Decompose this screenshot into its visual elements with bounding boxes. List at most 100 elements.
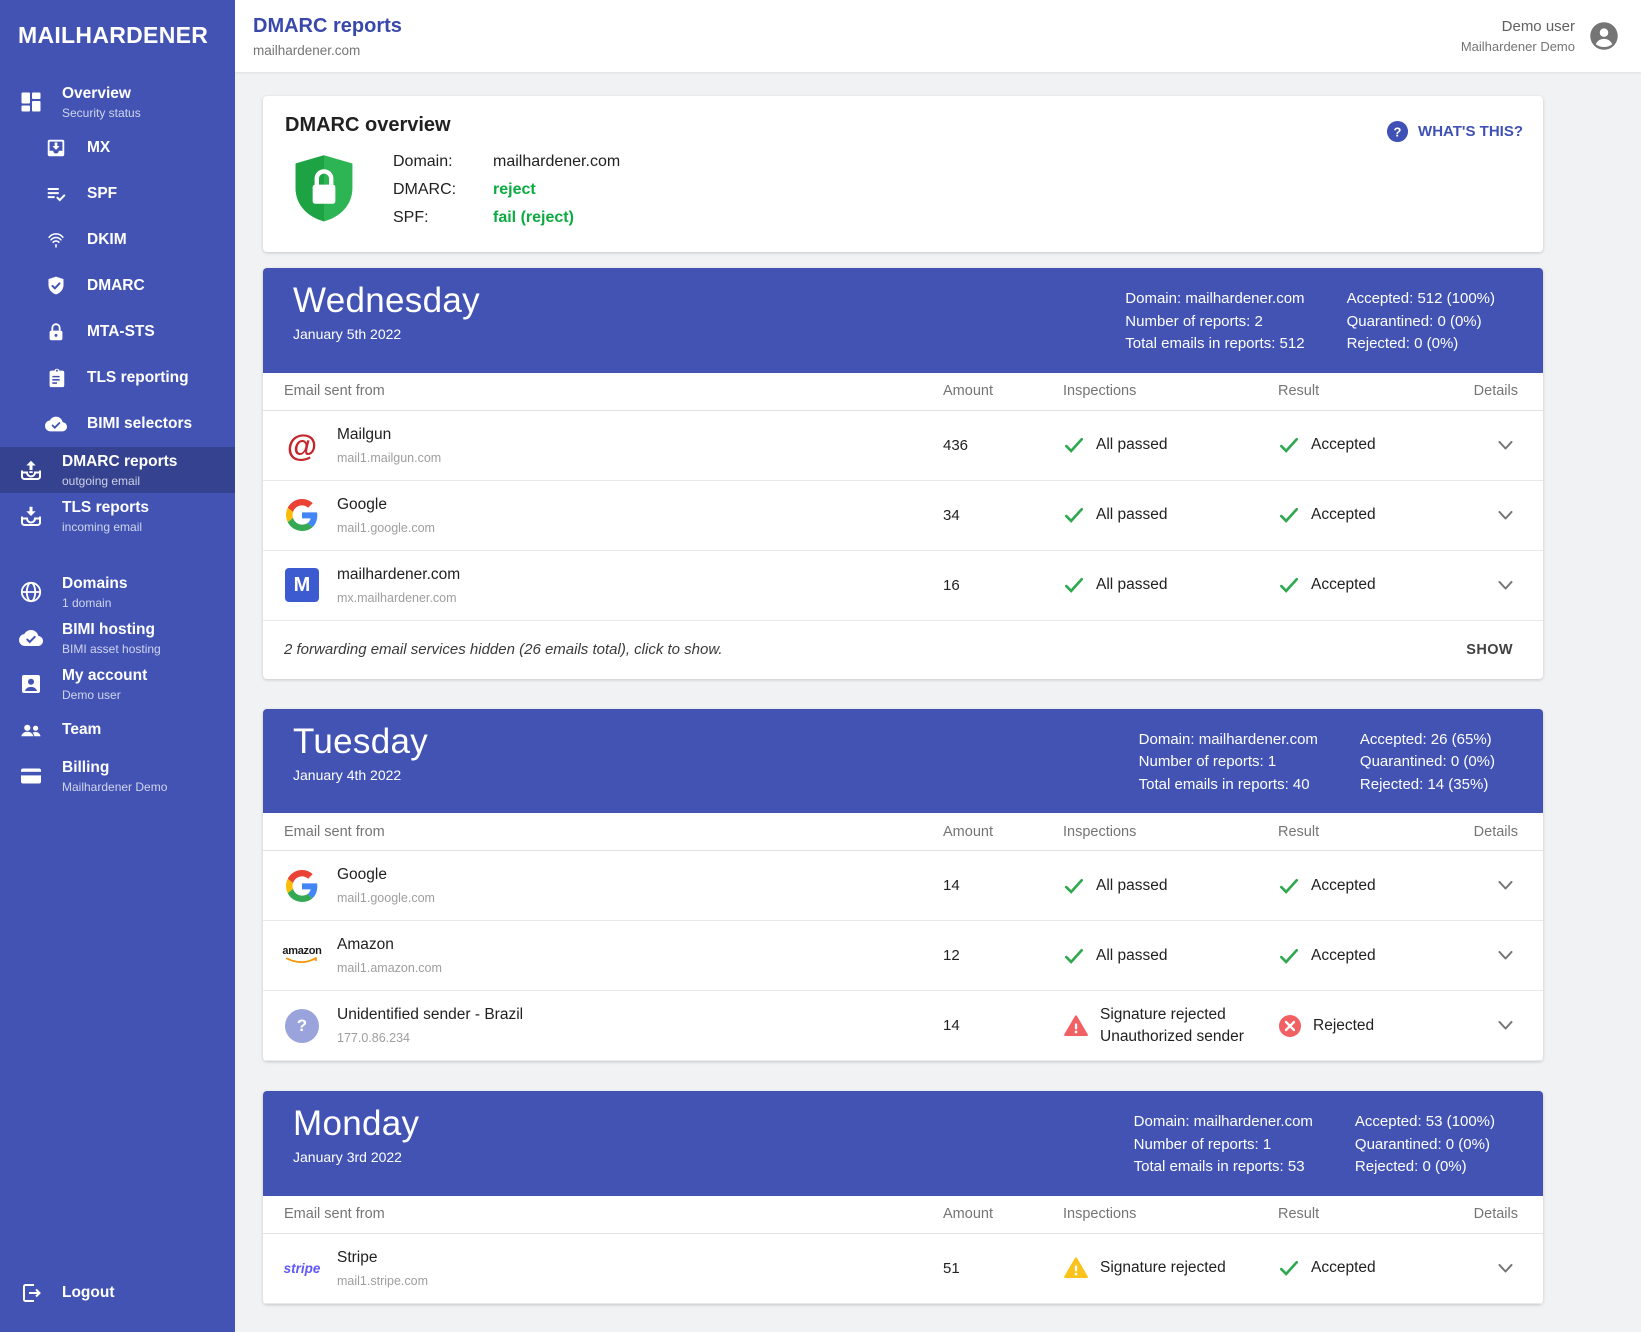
day-stats: Domain: mailhardener.comNumber of report…: [1139, 722, 1495, 797]
sidebar-item-tls-reporting[interactable]: TLS reporting: [0, 355, 235, 401]
lock-icon: [43, 319, 69, 345]
table-row[interactable]: M mailhardener.com mx.mailhardener.com 1…: [263, 551, 1543, 621]
check-icon: [1278, 875, 1300, 897]
day-date: January 4th 2022: [293, 767, 428, 783]
sidebar-item-bimi-hosting[interactable]: BIMI hosting BIMI asset hosting: [0, 615, 235, 661]
sidebar-item-billing[interactable]: Billing Mailhardener Demo: [0, 753, 235, 799]
whats-this-link[interactable]: ? WHAT'S THIS?: [1386, 120, 1523, 143]
dmarc-overview-card: DMARC overview ? WHAT'S THIS? Do: [263, 96, 1543, 252]
result-text: Accepted: [1311, 947, 1376, 965]
sidebar-item-spf[interactable]: SPF: [0, 171, 235, 217]
google-logo: [284, 497, 320, 533]
account-circle-icon[interactable]: [1589, 21, 1619, 51]
table-row[interactable]: stripe Stripe mail1.stripe.com 51 Signat…: [263, 1234, 1543, 1304]
column-header-details: Details: [1458, 383, 1522, 399]
table-row[interactable]: ? Unidentified sender - Brazil 177.0.86.…: [263, 991, 1543, 1061]
amount-cell: 14: [943, 877, 1063, 894]
sidebar-item-label: DKIM: [87, 230, 127, 250]
report-table: Email sent fromAmountInspectionsResultDe…: [263, 373, 1543, 679]
sidebar-item-sublabel: BIMI asset hosting: [62, 642, 161, 656]
user-org: Mailhardener Demo: [1461, 39, 1575, 54]
exit-icon: [18, 1280, 44, 1306]
sender-name: Unidentified sender - Brazil: [337, 1006, 523, 1024]
inspections-cell: Signature rejectedUnauthorized sender: [1063, 1004, 1278, 1048]
dashboard-icon: [18, 89, 44, 115]
stat-line: Quarantined: 0 (0%): [1355, 1134, 1495, 1157]
unknown-sender-logo: ?: [284, 1008, 320, 1044]
overview-row-label: DMARC:: [393, 181, 493, 199]
stat-line: Domain: mailhardener.com: [1134, 1111, 1313, 1134]
inbox-download-icon: [43, 135, 69, 161]
sidebar-item-mta-sts[interactable]: MTA-STS: [0, 309, 235, 355]
chevron-down-icon[interactable]: [1493, 576, 1518, 595]
day-date: January 5th 2022: [293, 326, 480, 342]
chevron-down-icon[interactable]: [1493, 876, 1518, 895]
check-icon: [1278, 504, 1300, 526]
check-icon: [1278, 945, 1300, 967]
chevron-down-icon[interactable]: [1493, 1259, 1518, 1278]
sender-domain: mx.mailhardener.com: [337, 591, 460, 605]
warning-icon: [1063, 1255, 1089, 1281]
inspection-line: All passed: [1096, 434, 1168, 456]
user-box[interactable]: Demo user Mailhardener Demo: [1461, 18, 1619, 54]
stat-line: Total emails in reports: 53: [1134, 1156, 1313, 1179]
sidebar-item-team[interactable]: Team: [0, 707, 235, 753]
sidebar-item-dkim[interactable]: DKIM: [0, 217, 235, 263]
inbox-tray-icon: [18, 503, 44, 529]
hidden-senders-row[interactable]: 2 forwarding email services hidden (26 e…: [263, 621, 1543, 679]
table-row[interactable]: Google mail1.google.com 34 All passed Ac…: [263, 481, 1543, 551]
day-stats-left: Domain: mailhardener.comNumber of report…: [1139, 729, 1318, 797]
user-name: Demo user: [1461, 18, 1575, 35]
day-header: Monday January 3rd 2022 Domain: mailhard…: [263, 1091, 1543, 1196]
cloud-check-icon: [43, 411, 69, 437]
day-card-tuesday: Tuesday January 4th 2022 Domain: mailhar…: [263, 709, 1543, 1062]
user-meta: Demo user Mailhardener Demo: [1461, 18, 1575, 54]
sender-cell: amazon Amazon mail1.amazon.com: [284, 936, 943, 975]
stat-line: Quarantined: 0 (0%): [1347, 311, 1495, 334]
check-icon: [1063, 945, 1085, 967]
overview-row-value: fail (reject): [493, 209, 574, 227]
sender-cell: M mailhardener.com mx.mailhardener.com: [284, 566, 943, 605]
table-row[interactable]: @ Mailgun mail1.mailgun.com 436 All pass…: [263, 411, 1543, 481]
check-icon: [1278, 434, 1300, 456]
column-header-email-sent-from: Email sent from: [284, 824, 943, 840]
page-title: DMARC reports: [253, 15, 402, 38]
result-text: Accepted: [1311, 506, 1376, 524]
result-cell: Accepted: [1278, 504, 1458, 526]
sidebar-nav: Overview Security status MX SPF DKIM DMA…: [0, 79, 235, 799]
table-row[interactable]: amazon Amazon mail1.amazon.com 12 All pa…: [263, 921, 1543, 991]
stat-line: Accepted: 26 (65%): [1360, 729, 1495, 752]
chevron-down-icon[interactable]: [1493, 946, 1518, 965]
sender-cell: stripe Stripe mail1.stripe.com: [284, 1249, 943, 1288]
inspection-line: Signature rejected: [1100, 1257, 1226, 1279]
amount-cell: 12: [943, 947, 1063, 964]
sidebar-item-domains[interactable]: Domains 1 domain: [0, 569, 235, 615]
stat-line: Rejected: 0 (0%): [1355, 1156, 1495, 1179]
sidebar-item-label: Domains: [62, 574, 127, 594]
amount-cell: 436: [943, 437, 1063, 454]
sidebar-item-overview[interactable]: Overview Security status: [0, 79, 235, 125]
table-row[interactable]: Google mail1.google.com 14 All passed Ac…: [263, 851, 1543, 921]
sidebar-item-label: TLS reports: [62, 498, 149, 518]
sidebar-item-bimi-selectors[interactable]: BIMI selectors: [0, 401, 235, 447]
overview-row-value: reject: [493, 181, 536, 199]
person-box-icon: [18, 671, 44, 697]
sender-cell: Google mail1.google.com: [284, 866, 943, 905]
chevron-down-icon[interactable]: [1493, 1016, 1518, 1035]
chevron-down-icon[interactable]: [1493, 506, 1518, 525]
column-header-inspections: Inspections: [1063, 383, 1278, 399]
inspections-cell: All passed: [1063, 574, 1278, 596]
day-title: Tuesday: [293, 722, 428, 762]
logout-button[interactable]: Logout: [0, 1270, 235, 1316]
sidebar-item-dmarc[interactable]: DMARC: [0, 263, 235, 309]
page-subtitle: mailhardener.com: [253, 43, 402, 58]
chevron-down-icon[interactable]: [1493, 436, 1518, 455]
top-bar: DMARC reports mailhardener.com Demo user…: [235, 0, 1641, 72]
sidebar-item-tls-reports[interactable]: TLS reports incoming email: [0, 493, 235, 539]
sidebar-item-sublabel: 1 domain: [62, 596, 127, 610]
sidebar-item-my-account[interactable]: My account Demo user: [0, 661, 235, 707]
sidebar-item-label: TLS reporting: [87, 368, 189, 388]
sidebar-item-mx[interactable]: MX: [0, 125, 235, 171]
show-button[interactable]: SHOW: [1450, 634, 1529, 666]
sidebar-item-dmarc-reports[interactable]: DMARC reports outgoing email: [0, 447, 235, 493]
